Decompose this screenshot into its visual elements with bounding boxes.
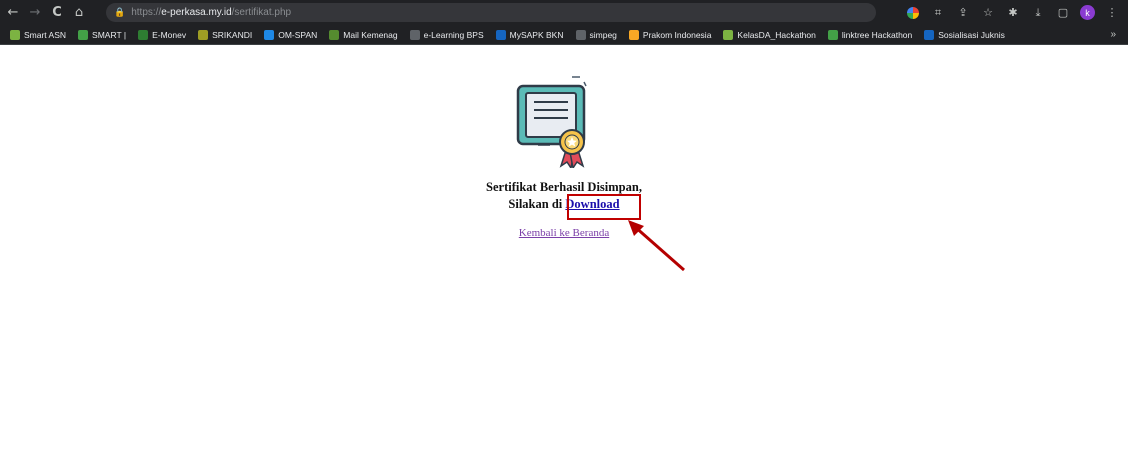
bookmark-item[interactable]: OM-SPAN bbox=[258, 26, 323, 44]
bookmark-item[interactable]: Mail Kemenag bbox=[323, 26, 403, 44]
back-to-home-link[interactable]: Kembali ke Beranda bbox=[519, 227, 609, 239]
bookmark-item[interactable]: e-Learning BPS bbox=[404, 26, 490, 44]
bookmark-label: Mail Kemenag bbox=[343, 29, 398, 40]
home-link-row: Kembali ke Beranda bbox=[0, 227, 1128, 239]
bookmark-item[interactable]: SRIKANDI bbox=[192, 26, 258, 44]
bookmark-label: linktree Hackathon bbox=[841, 29, 913, 40]
back-icon[interactable]: ← bbox=[4, 4, 22, 22]
bookmark-favicon-icon bbox=[78, 29, 89, 40]
bookmark-favicon-icon bbox=[198, 29, 209, 40]
bookmark-label: e-Learning BPS bbox=[423, 29, 484, 40]
bookmark-label: OM-SPAN bbox=[278, 29, 318, 40]
bookmark-favicon-icon bbox=[264, 29, 275, 40]
translate-icon[interactable]: ⌗ bbox=[930, 5, 946, 21]
forward-icon[interactable]: → bbox=[26, 4, 44, 22]
download-instruction: Silakan di Download bbox=[0, 197, 1128, 212]
bookmark-label: KelasDA_Hackathon bbox=[737, 29, 816, 40]
instruction-prefix: Silakan di bbox=[508, 197, 566, 211]
browser-toolbar: ← → C ⌂ 🔒 https:// e-perkasa.my.id /sert… bbox=[0, 0, 1128, 25]
bookmark-favicon-icon bbox=[827, 29, 838, 40]
reload-icon[interactable]: C bbox=[48, 4, 66, 22]
bookmark-favicon-icon bbox=[575, 29, 586, 40]
google-icon[interactable] bbox=[905, 5, 921, 21]
url-scheme: https:// bbox=[131, 7, 162, 18]
profile-avatar[interactable]: k bbox=[1080, 5, 1095, 20]
bookmark-favicon-icon bbox=[628, 29, 639, 40]
url-path: /sertifikat.php bbox=[231, 7, 292, 18]
bookmark-favicon-icon bbox=[10, 29, 20, 40]
home-icon[interactable]: ⌂ bbox=[70, 4, 88, 22]
sidepanel-icon[interactable]: ▢ bbox=[1055, 5, 1071, 21]
certificate-icon bbox=[516, 76, 587, 168]
bookmark-item[interactable]: SMART | bbox=[72, 26, 132, 44]
bookmarks-more-icon[interactable]: » bbox=[1110, 29, 1116, 40]
bookmark-label: Sosialisasi Juknis bbox=[938, 29, 1005, 40]
success-message: Sertifikat Berhasil Disimpan, bbox=[486, 180, 642, 194]
bookmark-label: MySAPK BKN bbox=[509, 29, 564, 40]
bookmark-favicon-icon bbox=[329, 29, 340, 40]
bookmark-label: simpeg bbox=[589, 29, 617, 40]
bookmark-favicon-icon bbox=[409, 29, 420, 40]
bookmark-label: SRIKANDI bbox=[212, 29, 253, 40]
menu-dots-icon[interactable]: ⋮ bbox=[1104, 5, 1120, 21]
bookmark-item[interactable]: KelasDA_Hackathon bbox=[717, 26, 821, 44]
url-host: e-perkasa.my.id bbox=[161, 7, 232, 18]
bookmark-item[interactable]: MySAPK BKN bbox=[490, 26, 570, 44]
bookmark-favicon-icon bbox=[924, 29, 935, 40]
page-content: Sertifikat Berhasil Disimpan, Silakan di… bbox=[0, 46, 1128, 451]
bookmark-item[interactable]: Smart ASN bbox=[4, 26, 72, 44]
bookmark-item[interactable]: Sosialisasi Juknis bbox=[918, 26, 1011, 44]
bookmark-favicon-icon bbox=[495, 29, 506, 40]
annotation-arrow-icon bbox=[628, 220, 685, 272]
bookmark-item[interactable]: Prakom Indonesia bbox=[623, 26, 718, 44]
bookmarks-bar: Smart ASN SMART | E-Monev SRIKANDI OM-SPAN Ma… bbox=[0, 25, 1128, 45]
address-bar[interactable]: 🔒 https:// e-perkasa.my.id /sertifikat.p… bbox=[106, 3, 876, 22]
bookmark-favicon-icon bbox=[138, 29, 149, 40]
download-icon[interactable]: ⤓ bbox=[1030, 5, 1046, 21]
bookmark-item[interactable]: E-Monev bbox=[132, 26, 192, 44]
share-icon[interactable]: ⇪ bbox=[955, 5, 971, 21]
bookmark-item[interactable]: simpeg bbox=[570, 26, 623, 44]
bookmark-item[interactable]: linktree Hackathon bbox=[822, 26, 918, 44]
lock-icon: 🔒 bbox=[114, 7, 126, 18]
bookmark-label: Smart ASN bbox=[24, 29, 67, 40]
bookmark-star-icon[interactable]: ☆ bbox=[980, 5, 996, 21]
bookmark-favicon-icon bbox=[723, 29, 734, 40]
toolbar-actions: ⌗ ⇪ ☆ ✱ ⤓ ▢ k ⋮ bbox=[905, 3, 1120, 22]
bookmark-label: E-Monev bbox=[152, 29, 187, 40]
extensions-icon[interactable]: ✱ bbox=[1005, 5, 1021, 21]
bookmark-label: SMART | bbox=[92, 29, 127, 40]
bookmark-label: Prakom Indonesia bbox=[642, 29, 712, 40]
